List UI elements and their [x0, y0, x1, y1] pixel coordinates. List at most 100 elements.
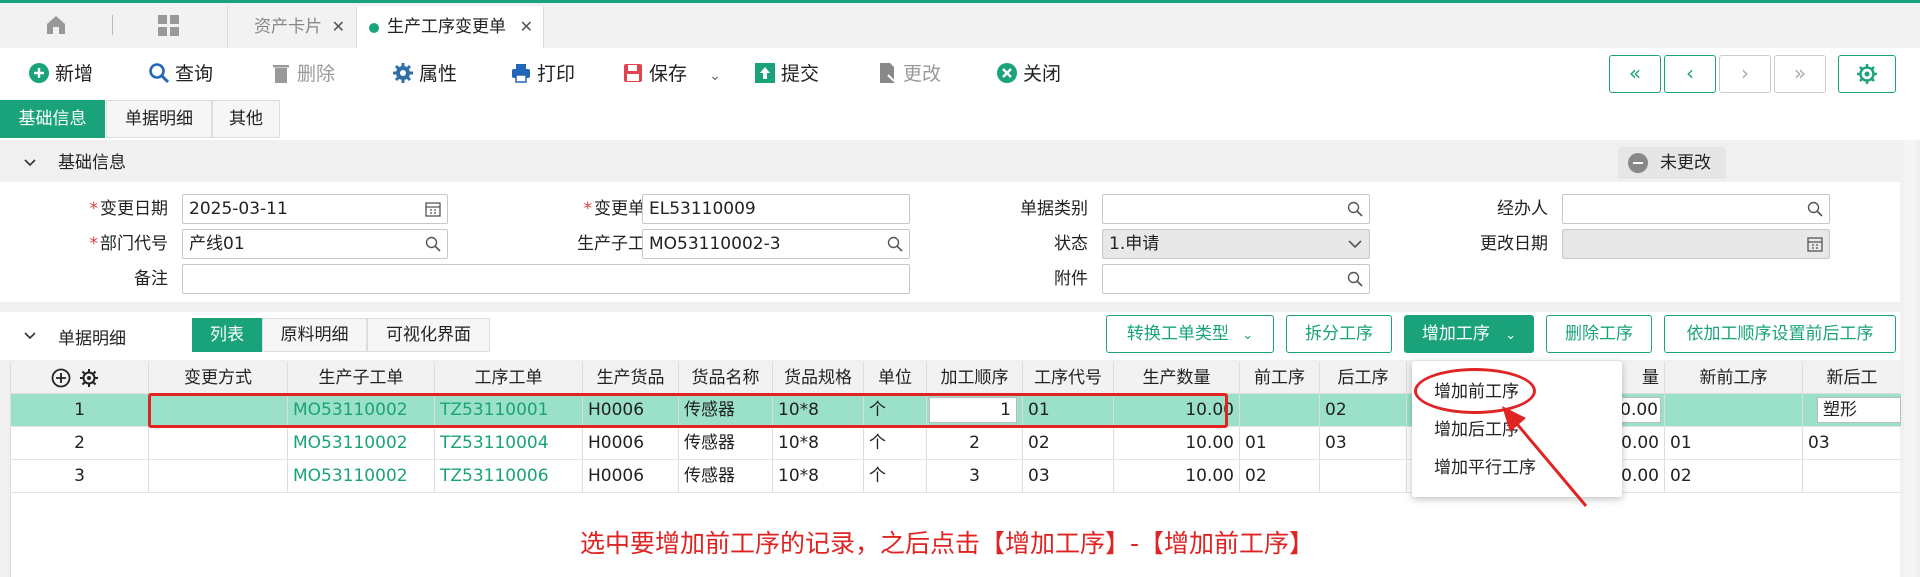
cell-new-next[interactable]: 塑形 [1803, 394, 1901, 426]
handler-label: 经办人 [1497, 199, 1548, 219]
search-icon[interactable] [1347, 271, 1363, 287]
tab-material-detail[interactable]: 原料明细 [262, 318, 367, 352]
cell-proc-order-link[interactable]: TZ53110006 [435, 460, 583, 492]
tab-other[interactable]: 其他 [212, 100, 280, 138]
close-icon[interactable]: ✕ [332, 6, 345, 48]
close-icon[interactable]: ✕ [520, 6, 533, 48]
convert-order-type-button[interactable]: 转换工单类型 ⌄ [1106, 315, 1274, 353]
print-button[interactable]: 打印 [510, 61, 575, 87]
chevron-down-icon[interactable] [24, 330, 36, 342]
close-button[interactable]: 关闭 [996, 61, 1061, 87]
chevron-down-icon[interactable] [1347, 236, 1363, 252]
status-label: 未更改 [1660, 153, 1711, 173]
sub-order-field[interactable]: MO53110002-3 [642, 229, 910, 259]
doc-type-label: 单据类别 [1020, 199, 1088, 219]
tab-process-change[interactable]: 生产工序变更单 ✕ [356, 6, 544, 50]
col-header[interactable]: 货品名称 [679, 362, 773, 394]
cell-sub-order-link[interactable]: MO53110002 [288, 427, 435, 459]
col-header[interactable]: 工序工单 [435, 362, 583, 394]
state-select[interactable]: 1.申请 [1102, 229, 1370, 259]
change-date-label: * 变更日期 [50, 194, 169, 224]
change-date-field[interactable]: 2025-03-11 [182, 194, 448, 224]
calendar-icon[interactable] [425, 201, 441, 217]
cell-sub-order-link[interactable]: MO53110002 [288, 460, 435, 492]
save-button[interactable]: 保存 ⌄ [622, 61, 721, 87]
plus-circle-icon[interactable] [51, 368, 71, 388]
delete-label: 删除 [297, 63, 336, 85]
chevron-down-icon: ⌄ [1505, 328, 1517, 343]
tab-visual[interactable]: 可视化界面 [367, 318, 490, 352]
col-header[interactable]: 生产货品 [583, 362, 679, 394]
col-header[interactable]: 前工序 [1240, 362, 1320, 394]
cell-qty: 10.00 [1114, 460, 1240, 492]
col-header[interactable]: 变更方式 [149, 362, 288, 394]
change-time-label: 更改日期 [1480, 234, 1548, 254]
submit-label: 提交 [781, 63, 820, 85]
remark-field[interactable] [182, 264, 910, 294]
upload-icon [755, 63, 775, 83]
search-icon[interactable] [1807, 201, 1823, 217]
remove-process-button[interactable]: 删除工序 [1546, 315, 1652, 353]
field-value: 产线01 [189, 234, 245, 254]
tab-asset-card[interactable]: 资产卡片 ✕ [227, 6, 355, 50]
cell-new-next [1803, 460, 1901, 492]
add-process-button[interactable]: 增加工序 ⌄ [1404, 315, 1534, 353]
col-header[interactable]: 加工顺序 [927, 362, 1023, 394]
home-icon[interactable] [44, 13, 68, 37]
set-by-order-button[interactable]: 依加工顺序设置前后工序 [1664, 315, 1896, 353]
printer-icon [512, 64, 530, 83]
tab-list[interactable]: 列表 [192, 318, 262, 352]
col-header[interactable]: 生产数量 [1114, 362, 1240, 394]
attachment-field[interactable] [1102, 264, 1370, 294]
col-header[interactable]: 单位 [864, 362, 927, 394]
doc-type-field[interactable] [1102, 194, 1370, 224]
cell-next: 02 [1320, 394, 1407, 426]
vertical-scrollbar[interactable] [1904, 140, 1916, 577]
gear-icon [1857, 64, 1877, 84]
delete-button[interactable]: 删除 [270, 61, 335, 87]
remark-label: 备注 [134, 269, 168, 289]
tab-doc-detail[interactable]: 单据明细 [106, 100, 212, 138]
row-index: 1 [11, 394, 149, 426]
col-header[interactable]: 工序代号 [1023, 362, 1114, 394]
new-next-input[interactable]: 塑形 [1817, 397, 1901, 423]
handler-field[interactable] [1562, 194, 1830, 224]
tab-label: 资产卡片 [254, 17, 322, 37]
col-header[interactable]: 新前工序 [1665, 362, 1803, 394]
col-header[interactable]: 生产子工单 [288, 362, 435, 394]
settings-button[interactable] [1838, 55, 1896, 93]
cell-spec: 10*8 [773, 427, 864, 459]
col-header[interactable]: 后工序 [1320, 362, 1407, 394]
cell-proc-order-link[interactable]: TZ53110004 [435, 427, 583, 459]
search-icon[interactable] [425, 236, 441, 252]
modify-button[interactable]: 更改 [876, 61, 941, 87]
close-label: 关闭 [1023, 63, 1062, 85]
tab-basic-info[interactable]: 基础信息 [0, 100, 105, 138]
chevron-down-icon[interactable]: ⌄ [709, 68, 721, 84]
split-process-button[interactable]: 拆分工序 [1286, 315, 1392, 353]
search-icon[interactable] [1347, 201, 1363, 217]
submit-button[interactable]: 提交 [754, 61, 819, 87]
query-button[interactable]: 查询 [148, 61, 213, 87]
header-tools [11, 362, 149, 394]
button-label: 增加工序 [1421, 324, 1490, 344]
minus-circle-icon [1628, 153, 1648, 173]
button-label: 转换工单类型 [1126, 324, 1229, 344]
apps-grid-icon[interactable] [157, 14, 181, 38]
add-button[interactable]: 新增 [28, 61, 93, 87]
basic-info-header[interactable]: 基础信息 [0, 144, 1900, 182]
dept-field[interactable]: 产线01 [182, 229, 448, 259]
gear-icon[interactable] [79, 368, 99, 388]
search-icon[interactable] [887, 236, 903, 252]
change-no-label: * 变更单号 [520, 194, 663, 224]
last-record-button[interactable]: » [1774, 55, 1826, 93]
col-header[interactable]: 货品规格 [773, 362, 864, 394]
cell-qty: 10.00 [1114, 427, 1240, 459]
col-header[interactable]: 新后工 [1803, 362, 1901, 394]
change-time-field [1562, 229, 1830, 259]
properties-button[interactable]: 属性 [392, 61, 457, 87]
next-record-button[interactable]: › [1719, 55, 1771, 93]
change-no-field[interactable]: EL53110009 [642, 194, 910, 224]
prev-record-button[interactable]: ‹ [1664, 55, 1716, 93]
first-record-button[interactable]: « [1609, 55, 1661, 93]
